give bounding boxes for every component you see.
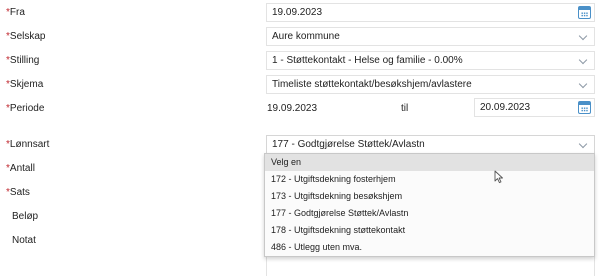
chevron-down-icon (578, 139, 588, 149)
periode-label: *Periode (6, 103, 45, 114)
periode-til-label: til (401, 103, 409, 114)
dropdown-option[interactable]: 486 - Utlegg uten mva. (265, 239, 594, 256)
periode-from-value: 19.09.2023 (267, 103, 318, 114)
fra-date-input[interactable]: 19.09.2023 (266, 3, 595, 22)
dropdown-option[interactable]: 178 - Utgiftsdekning støttekontakt (265, 222, 594, 239)
sats-label: *Sats (6, 187, 30, 198)
skjema-label: *Skjema (6, 79, 44, 90)
stilling-label: *Stilling (6, 55, 40, 66)
belop-label: Beløp (12, 211, 39, 222)
notat-textarea[interactable] (266, 256, 595, 276)
dropdown-option[interactable]: Velg en (265, 154, 594, 171)
lonnsart-dropdown-list: Velg en 172 - Utgiftsdekning fosterhjem … (264, 153, 595, 257)
chevron-down-icon (578, 31, 588, 41)
dropdown-option[interactable]: 177 - Godtgjørelse Støttek/Avlastn (265, 205, 594, 222)
dropdown-option[interactable]: 172 - Utgiftsdekning fosterhjem (265, 171, 594, 188)
fra-label: *Fra (6, 7, 25, 18)
chevron-down-icon (578, 79, 588, 89)
dropdown-option[interactable]: 173 - Utgiftsdekning besøkshjem (265, 188, 594, 205)
lonnsart-label: *Lønnsart (6, 139, 50, 150)
periode-to-date-input[interactable]: 20.09.2023 (474, 98, 595, 117)
calendar-icon[interactable] (578, 6, 591, 19)
notat-label: Notat (12, 235, 36, 246)
mouse-cursor-icon (494, 170, 503, 184)
chevron-down-icon (578, 55, 588, 65)
selskap-label: *Selskap (6, 31, 46, 42)
lonnsart-select[interactable]: 177 - Godtgjørelse Støttek/Avlastn (266, 135, 595, 154)
skjema-select[interactable]: Timeliste støttekontakt/besøkshjem/avlas… (266, 75, 595, 94)
antall-label: *Antall (6, 163, 35, 174)
calendar-icon[interactable] (578, 101, 591, 114)
selskap-select[interactable]: Aure kommune (266, 27, 595, 46)
stilling-select[interactable]: 1 - Støttekontakt - Helse og familie - 0… (266, 51, 595, 70)
